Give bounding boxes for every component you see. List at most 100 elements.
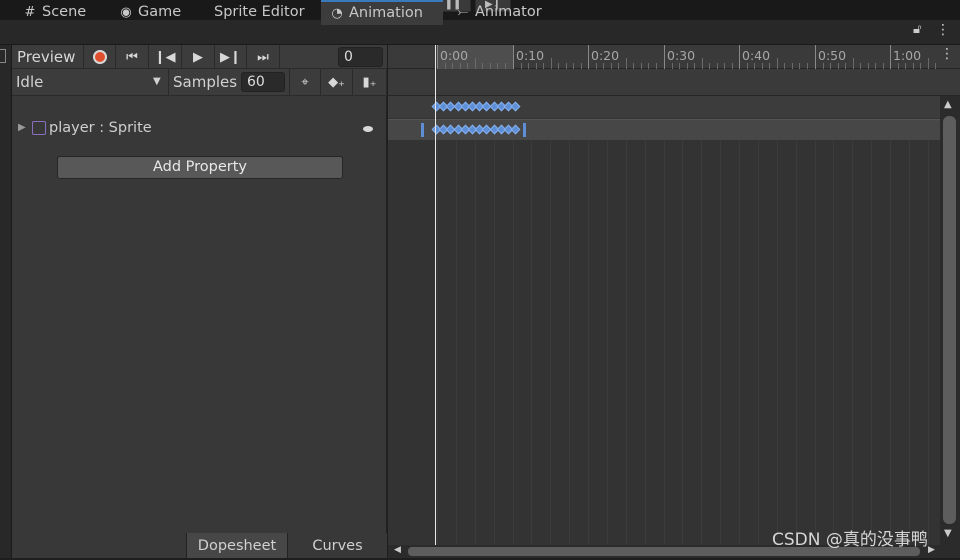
frame-grid-line bbox=[928, 140, 929, 545]
skip-end-icon: ⏭ bbox=[257, 49, 269, 65]
timeline-menu-icon[interactable]: ⋮ bbox=[940, 46, 954, 62]
frame-grid-line bbox=[701, 140, 702, 545]
tab-scene[interactable]: # Scene bbox=[22, 0, 102, 25]
add-event-icon: ▮₊ bbox=[362, 74, 377, 90]
animator-icon: ⤚ bbox=[457, 5, 469, 20]
tab-label: Game bbox=[138, 4, 182, 20]
lock-icon[interactable]: 🔓︎ bbox=[913, 22, 921, 37]
property-label[interactable]: player : Sprite bbox=[49, 120, 152, 136]
sprite-renderer-icon bbox=[32, 121, 46, 135]
ruler-minor-tick bbox=[853, 58, 854, 69]
property-menu-icon[interactable] bbox=[363, 126, 373, 132]
samples-value: 60 bbox=[247, 74, 265, 90]
samples-label: Samples bbox=[173, 73, 238, 91]
range-start-marker[interactable] bbox=[421, 123, 424, 137]
tab-animation[interactable]: ◔ Animation bbox=[321, 0, 443, 25]
ruler-minor-tick bbox=[702, 58, 703, 69]
frame-grid-line bbox=[664, 140, 665, 545]
ruler-minor-tick bbox=[551, 58, 552, 69]
ruler-major-tick bbox=[437, 45, 438, 69]
ruler-major-tick bbox=[890, 45, 891, 69]
frame-grid-line bbox=[494, 140, 495, 545]
collapse-handle-icon[interactable] bbox=[0, 49, 6, 63]
frame-grid-line bbox=[796, 140, 797, 545]
add-event-button[interactable]: ▮₊ bbox=[353, 69, 387, 95]
vertical-scroll-thumb[interactable] bbox=[943, 116, 956, 524]
scroll-right-icon[interactable]: ▶ bbox=[928, 545, 935, 555]
prev-keyframe-button[interactable]: ❙◀ bbox=[149, 45, 182, 69]
ruler-major-tick bbox=[739, 45, 740, 69]
ruler-minor-tick bbox=[475, 58, 476, 69]
frame-input[interactable]: 0 bbox=[338, 47, 383, 67]
play-icon: ▶ bbox=[193, 49, 203, 65]
record-button[interactable] bbox=[84, 45, 116, 69]
ruler-minor-tick bbox=[777, 58, 778, 69]
ruler-major-tick bbox=[664, 45, 665, 69]
skip-start-icon: ⏮ bbox=[126, 49, 138, 65]
frame-grid-line bbox=[815, 140, 816, 545]
next-keyframe-button[interactable]: ▶❙ bbox=[215, 45, 247, 69]
frame-grid-line bbox=[626, 140, 627, 545]
frame-grid-line bbox=[758, 140, 759, 545]
clip-name: Idle bbox=[16, 73, 44, 91]
scroll-up-icon[interactable]: ▲ bbox=[944, 99, 952, 110]
grid-icon: # bbox=[24, 5, 36, 20]
chevron-down-icon: ▼ bbox=[153, 76, 161, 87]
frame-grid-line bbox=[588, 140, 589, 545]
add-property-button[interactable]: Add Property bbox=[57, 156, 343, 179]
gamepad-icon: ◉ bbox=[120, 5, 132, 20]
tab-label: Scene bbox=[42, 4, 87, 20]
left-edge-strip bbox=[0, 45, 12, 558]
frame-grid-line bbox=[720, 140, 721, 545]
frame-grid-line bbox=[890, 140, 891, 545]
tab-label: Animation bbox=[349, 5, 423, 21]
tab-label: Sprite Editor bbox=[214, 4, 305, 20]
frame-grid-line bbox=[437, 140, 438, 545]
frame-grid-line bbox=[475, 140, 476, 545]
step-forward-icon: ▶❙ bbox=[220, 49, 241, 65]
clock-icon: ◔ bbox=[331, 6, 343, 21]
frame-grid-line bbox=[569, 140, 570, 545]
frame-grid-line bbox=[682, 140, 683, 545]
scroll-left-icon[interactable]: ◀ bbox=[394, 545, 401, 555]
add-keyframe-button[interactable]: ◆₊ bbox=[321, 69, 353, 95]
scroll-down-icon[interactable]: ▼ bbox=[944, 528, 952, 539]
playback-toolbar: Preview ⏮ ❙◀ ▶ ▶❙ ⏭ 0 bbox=[12, 45, 387, 69]
step-back-icon: ❙◀ bbox=[154, 49, 176, 65]
preview-label: Preview bbox=[17, 48, 76, 66]
ruler-minor-tick bbox=[626, 58, 627, 69]
event-row bbox=[388, 69, 960, 96]
frame-grid-line bbox=[456, 140, 457, 545]
first-keyframe-button[interactable]: ⏮ bbox=[116, 45, 149, 69]
expand-arrow-icon[interactable]: ▶ bbox=[18, 122, 26, 133]
frame-grid-line bbox=[645, 140, 646, 545]
ruler-tick-label: 0:20 bbox=[591, 48, 620, 63]
more-menu-icon[interactable]: ⋮ bbox=[936, 22, 950, 38]
add-keyframe-icon: ◆₊ bbox=[328, 74, 345, 90]
preview-button[interactable]: Preview bbox=[12, 45, 84, 69]
tab-sprite-editor[interactable]: Sprite Editor bbox=[214, 0, 314, 25]
ruler-tick-label: 0:50 bbox=[818, 48, 847, 63]
playhead[interactable] bbox=[435, 45, 436, 545]
frame-value: 0 bbox=[344, 49, 353, 65]
play-clip-button[interactable]: ▶ bbox=[182, 45, 215, 69]
snap-button[interactable]: ⌖ bbox=[289, 69, 321, 95]
watermark: CSDN @真的没事鸭 bbox=[772, 530, 928, 550]
tab-game[interactable]: ◉ Game bbox=[118, 0, 194, 25]
tab-dopesheet[interactable]: Dopesheet bbox=[186, 533, 287, 558]
last-keyframe-button[interactable]: ⏭ bbox=[247, 45, 280, 69]
ruler-major-tick bbox=[513, 45, 514, 69]
clip-dropdown[interactable]: Idle ▼ bbox=[12, 69, 169, 95]
frame-grid-line bbox=[777, 140, 778, 545]
frame-grid-line bbox=[909, 140, 910, 545]
tab-animator[interactable]: ⤚ Animator bbox=[455, 0, 551, 25]
range-end-marker[interactable] bbox=[523, 123, 526, 137]
frame-grid-line bbox=[531, 140, 532, 545]
frame-grid-line bbox=[871, 140, 872, 545]
ruler-minor-tick bbox=[928, 58, 929, 69]
record-icon bbox=[92, 50, 107, 64]
frame-grid-line bbox=[739, 140, 740, 545]
ruler-major-tick bbox=[815, 45, 816, 69]
samples-input[interactable]: 60 bbox=[241, 72, 285, 92]
tab-curves[interactable]: Curves bbox=[287, 533, 387, 558]
